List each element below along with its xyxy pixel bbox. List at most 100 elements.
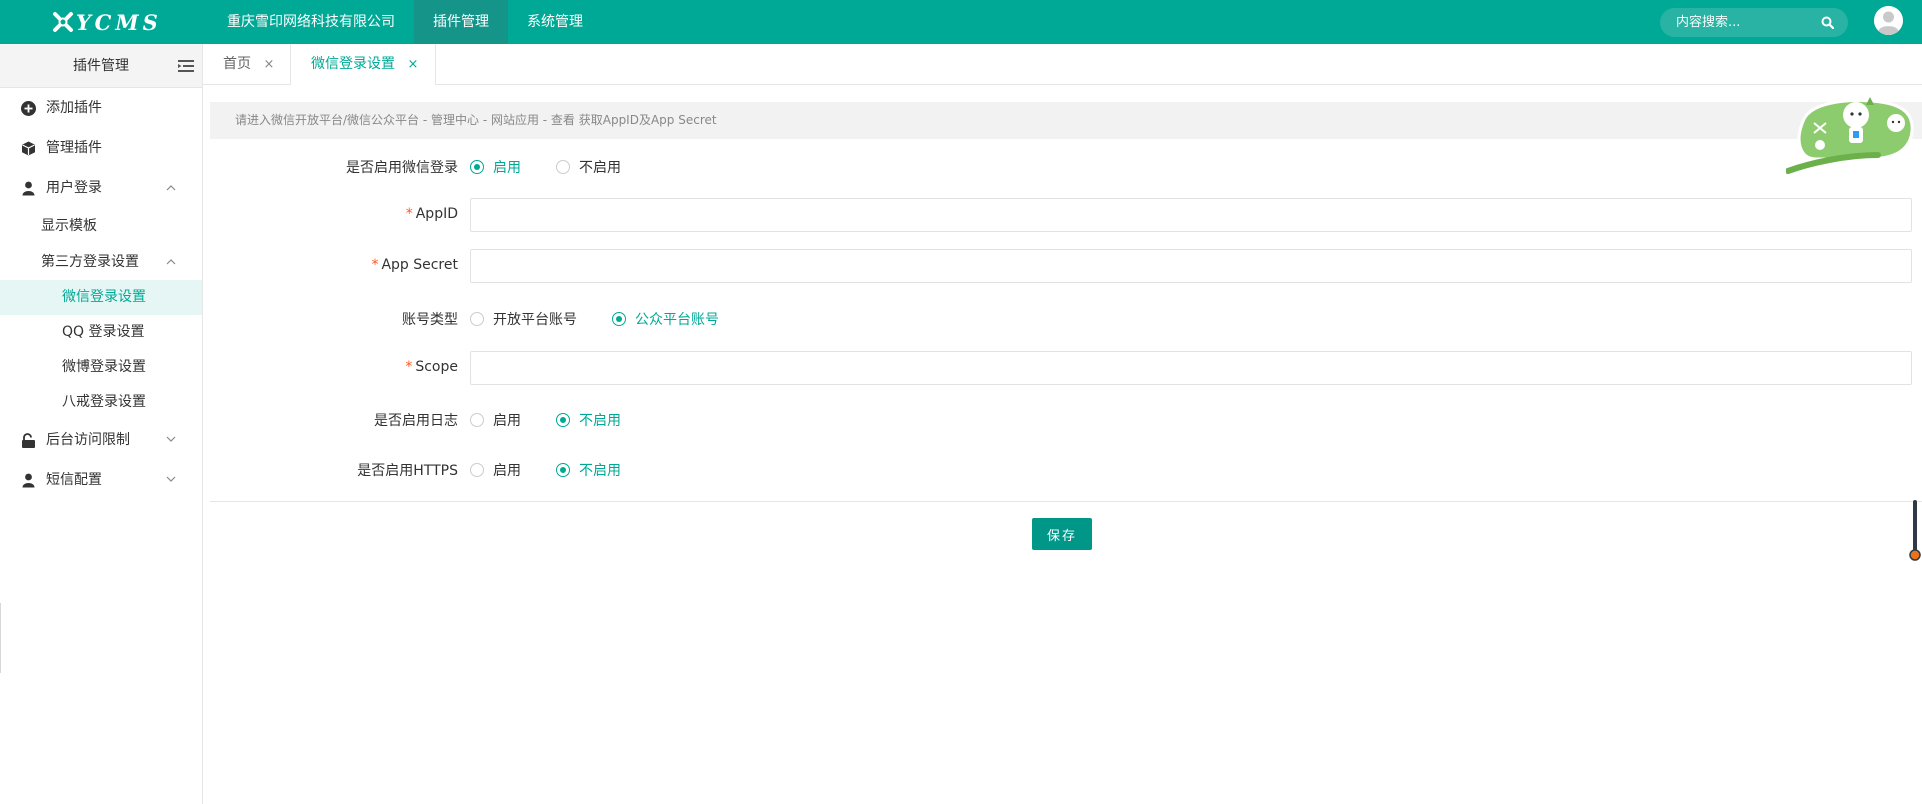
tab-home[interactable]: 首页 ×	[203, 44, 291, 85]
chevron-down-icon	[166, 476, 176, 482]
form-divider	[210, 501, 1922, 502]
field-label: 是否启用日志	[374, 413, 458, 429]
radio-enable-wechat-on[interactable]: 启用	[470, 157, 521, 177]
form-row-account-type: 账号类型 开放平台账号 公众平台账号	[210, 299, 1922, 339]
sidebar-item-display-template[interactable]: 显示模板	[0, 208, 202, 244]
chevron-up-icon	[166, 185, 176, 191]
form-row-app-secret: * App Secret	[210, 249, 1922, 285]
plus-circle-icon	[21, 101, 36, 116]
tab-label: 微信登录设置	[311, 56, 395, 72]
content-search	[1660, 8, 1848, 37]
form-row-scope: * Scope	[210, 351, 1922, 387]
chevron-up-icon	[166, 259, 176, 265]
notice-bar: 请进入微信开放平台/微信公众平台 - 管理中心 - 网站应用 - 查看 获取Ap…	[210, 102, 1922, 139]
sidebar-item-label: 添加插件	[46, 100, 102, 116]
sidebar-title: 插件管理	[73, 58, 129, 74]
radio-label: 启用	[493, 463, 521, 479]
sidebar-item-user-login[interactable]: 用户登录	[0, 168, 202, 208]
mascot-widget-icon[interactable]	[1786, 93, 1916, 175]
sidebar-item-label: 八戒登录设置	[62, 394, 146, 410]
sidebar-item-manage-plugin[interactable]: 管理插件	[0, 128, 202, 168]
sidebar-item-qq-login[interactable]: QQ 登录设置	[0, 315, 202, 350]
radio-label: 启用	[493, 160, 521, 176]
radio-label: 不启用	[579, 413, 621, 429]
form-row-appid: * AppID	[210, 198, 1922, 234]
radio-label: 公众平台账号	[635, 312, 719, 328]
tab-label: 首页	[223, 56, 251, 72]
radio-checked-icon	[556, 463, 570, 477]
sidebar-item-backend-access[interactable]: 后台访问限制	[0, 420, 202, 460]
radio-account-public-platform[interactable]: 公众平台账号	[612, 309, 719, 329]
sidebar-item-label: 短信配置	[46, 472, 102, 488]
field-label: 是否启用微信登录	[346, 160, 458, 176]
tab-bar: 首页 × 微信登录设置 ×	[203, 44, 1922, 86]
sidebar-item-label: 第三方登录设置	[41, 254, 139, 270]
logo-text: YCMS	[76, 9, 162, 35]
search-input[interactable]	[1676, 8, 1816, 37]
chevron-down-icon	[166, 436, 176, 442]
sidebar-item-label: 微信登录设置	[62, 289, 146, 305]
menu-fold-icon[interactable]	[178, 59, 194, 73]
sidebar-item-label: 显示模板	[41, 218, 97, 234]
close-icon[interactable]: ×	[263, 57, 274, 72]
radio-enable-log-off[interactable]: 不启用	[556, 410, 621, 430]
radio-unchecked-icon	[470, 312, 484, 326]
field-label-text: AppID	[415, 206, 458, 222]
field-label: * Scope	[210, 359, 458, 375]
sidebar-item-add-plugin[interactable]: 添加插件	[0, 88, 202, 128]
radio-label: 不启用	[579, 160, 621, 176]
top-bar: YCMS 重庆雪印网络科技有限公司 插件管理 系统管理	[0, 0, 1922, 44]
user-icon	[22, 181, 35, 196]
field-label: 是否启用HTTPS	[357, 463, 458, 479]
sidebar: 插件管理 添加插件 管理插件 用户登录 显示模板 第三方登录设置 微信登录设置 …	[0, 44, 203, 804]
appid-input[interactable]	[470, 198, 1912, 232]
radio-label: 启用	[493, 413, 521, 429]
radio-unchecked-icon	[470, 463, 484, 477]
nav-item-company[interactable]: 重庆雪印网络科技有限公司	[208, 0, 414, 44]
radio-checked-icon	[556, 413, 570, 427]
radio-enable-wechat-off[interactable]: 不启用	[556, 157, 621, 177]
field-label-text: Scope	[415, 359, 458, 375]
search-icon[interactable]	[1821, 16, 1834, 29]
sidebar-item-label: 管理插件	[46, 140, 102, 156]
radio-enable-log-on[interactable]: 启用	[470, 410, 521, 430]
sidebar-header: 插件管理	[0, 44, 202, 88]
tab-wechat-login-settings[interactable]: 微信登录设置 ×	[290, 44, 437, 86]
sidebar-item-bajie-login[interactable]: 八戒登录设置	[0, 385, 202, 420]
radio-account-open-platform[interactable]: 开放平台账号	[470, 309, 577, 329]
sidebar-item-third-party-login[interactable]: 第三方登录设置	[0, 244, 202, 280]
required-mark: *	[405, 359, 413, 375]
user-avatar-icon	[1874, 6, 1903, 35]
avatar[interactable]	[1874, 6, 1903, 35]
radio-enable-https-on[interactable]: 启用	[470, 460, 521, 480]
radio-enable-https-off[interactable]: 不启用	[556, 460, 621, 480]
nav-item-plugin-management[interactable]: 插件管理	[414, 0, 508, 44]
sidebar-item-label: 微博登录设置	[62, 359, 146, 375]
scope-input[interactable]	[470, 351, 1912, 385]
form-row-enable-log: 是否启用日志 启用 不启用	[210, 400, 1922, 440]
sidebar-item-wechat-login[interactable]: 微信登录设置	[0, 280, 202, 315]
cube-icon	[22, 141, 35, 156]
radio-unchecked-icon	[470, 413, 484, 427]
sidebar-item-sms-config[interactable]: 短信配置	[0, 460, 202, 500]
window-edge	[0, 603, 1, 673]
form-row-enable-wechat: 是否启用微信登录 启用 不启用	[210, 147, 1922, 187]
required-mark: *	[405, 206, 413, 222]
required-mark: *	[371, 257, 379, 273]
save-button[interactable]: 保存	[1032, 518, 1092, 550]
sidebar-item-label: QQ 登录设置	[62, 324, 145, 340]
logo-mark-icon	[53, 12, 73, 32]
field-label: 账号类型	[402, 312, 458, 328]
field-label: * AppID	[210, 206, 458, 222]
scroll-widget-icon[interactable]	[1909, 500, 1921, 562]
radio-label: 开放平台账号	[493, 312, 577, 328]
sidebar-item-label: 后台访问限制	[46, 432, 130, 448]
user-icon	[22, 473, 35, 488]
nav-item-system-management[interactable]: 系统管理	[508, 0, 602, 44]
field-label-text: App Secret	[381, 257, 458, 273]
logo[interactable]: YCMS	[52, 8, 162, 36]
sidebar-item-weibo-login[interactable]: 微博登录设置	[0, 350, 202, 385]
close-icon[interactable]: ×	[407, 57, 418, 72]
sidebar-item-label: 用户登录	[46, 180, 102, 196]
app-secret-input[interactable]	[470, 249, 1912, 283]
